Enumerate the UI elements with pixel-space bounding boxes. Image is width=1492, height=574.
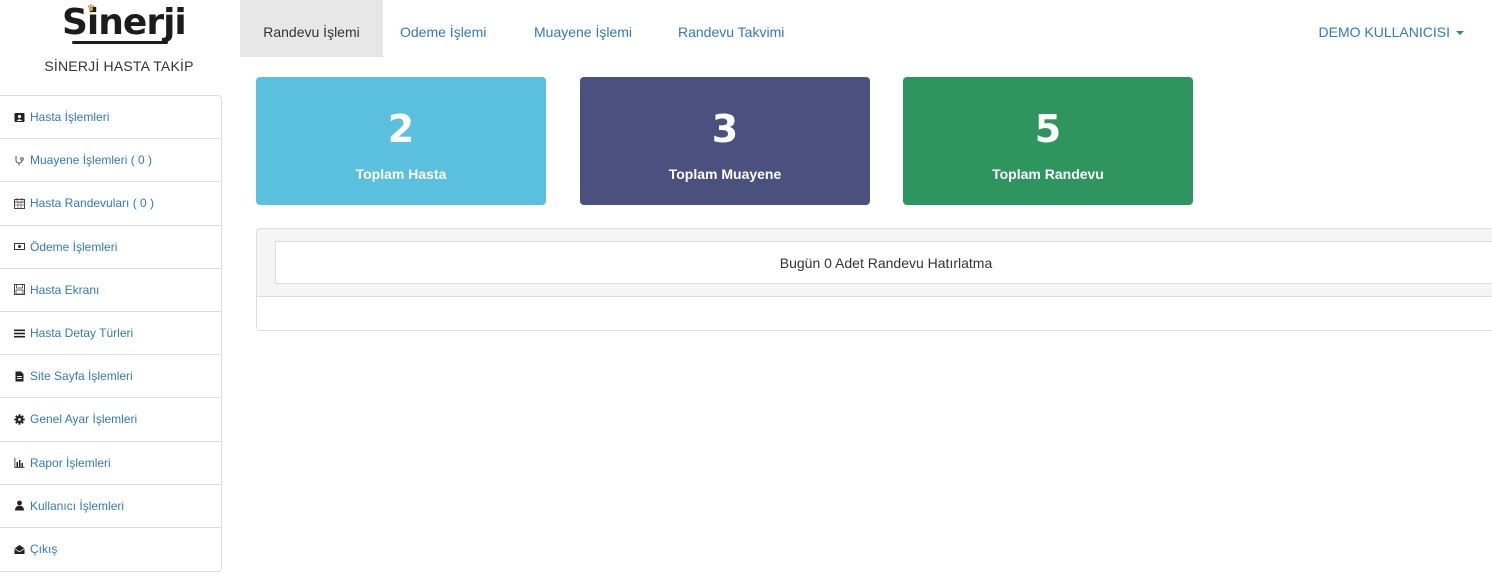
reminder-body — [257, 296, 1492, 330]
list-icon — [14, 329, 25, 338]
sidebar-item-site-sayfa-islemleri[interactable]: Site Sayfa İşlemleri — [0, 355, 221, 399]
bar-chart-icon — [14, 458, 25, 468]
sidebar-item-odeme-islemleri[interactable]: Ödeme İşlemleri — [0, 226, 221, 269]
sidebar-item-label: Genel Ayar İşlemleri — [30, 412, 138, 427]
caret-down-icon — [1456, 31, 1464, 36]
spark-icon — [87, 4, 95, 11]
sidebar-item-label: Hasta Randevuları ( 0 ) — [30, 196, 155, 211]
stat-value: 3 — [711, 107, 739, 151]
user-name: DEMO KULLANICISI — [1318, 24, 1450, 40]
reminder-panel: Bugün 0 Adet Randevu Hatırlatma — [256, 228, 1492, 331]
sidebar-item-genel-ayar-islemleri[interactable]: Genel Ayar İşlemleri — [0, 398, 221, 442]
stat-label: Toplam Hasta — [355, 166, 447, 182]
sidebar-item-muayene-islemleri[interactable]: Muayene İşlemleri ( 0 ) — [0, 139, 221, 183]
sidebar-item-label: Muayene İşlemleri ( 0 ) — [30, 153, 153, 168]
user-icon — [15, 500, 24, 511]
stat-value: 2 — [387, 107, 415, 151]
sidebar-item-hasta-randevulari[interactable]: Hasta Randevuları ( 0 ) — [0, 182, 221, 226]
user-card-icon — [14, 112, 25, 122]
sidebar-item-hasta-ekrani[interactable]: Hasta Ekranı — [0, 269, 221, 312]
sidebar-item-label: Ödeme İşlemleri — [30, 239, 118, 254]
top-navbar: Randevu İşlemi Odeme İşlemi Muayene İşle… — [240, 0, 1492, 57]
tab-randevu-takvimi[interactable]: Randevu Takvimi — [678, 0, 784, 57]
sidebar-item-label: Hasta Detay Türleri — [30, 326, 134, 341]
reminder-header: Bugün 0 Adet Randevu Hatırlatma — [275, 241, 1492, 284]
sidebar-item-kullanici-islemleri[interactable]: Kullanıcı İşlemleri — [0, 485, 221, 528]
brand-logo-text: Sinerji — [62, 2, 187, 43]
app-subtitle: SİNERJİ HASTA TAKİP — [44, 58, 194, 74]
tab-randevu-islemi[interactable]: Randevu İşlemi — [240, 0, 383, 57]
sidebar-item-label: Çıkış — [30, 542, 58, 557]
save-icon — [14, 284, 25, 296]
stat-card-toplam-hasta[interactable]: 2 Toplam Hasta — [256, 77, 546, 205]
sidebar-item-label: Kullanıcı İşlemleri — [30, 498, 125, 513]
stat-card-toplam-muayene[interactable]: 3 Toplam Muayene — [580, 77, 870, 205]
calendar-icon — [14, 197, 25, 209]
stethoscope-icon — [15, 155, 24, 166]
money-icon — [14, 243, 25, 251]
logo-area[interactable]: Sinerji SİNERJİ HASTA TAKİP — [0, 0, 238, 84]
sidebar-item-label: Site Sayfa İşlemleri — [30, 369, 133, 384]
stat-label: Toplam Muayene — [668, 166, 782, 182]
sidebar-item-label: Hasta Ekranı — [30, 282, 100, 297]
sidebar-item-label: Rapor İşlemleri — [30, 455, 111, 470]
user-dropdown[interactable]: DEMO KULLANICISI — [1319, 0, 1464, 57]
stat-label: Toplam Randevu — [992, 166, 1104, 182]
file-icon — [15, 371, 24, 382]
stat-card-toplam-randevu[interactable]: 5 Toplam Randevu — [903, 77, 1193, 205]
sidebar-item-hasta-islemleri[interactable]: Hasta İşlemleri — [0, 96, 221, 140]
logo-underline — [72, 41, 168, 44]
envelope-open-icon — [14, 544, 25, 554]
sidebar-item-cikis[interactable]: Çıkış — [0, 528, 221, 571]
sidebar-menu: Hasta İşlemleri Muayene İşlemleri ( 0 ) … — [0, 95, 222, 573]
sidebar-item-label: Hasta İşlemleri — [30, 110, 110, 125]
gear-icon — [14, 414, 25, 425]
sidebar-item-rapor-islemleri[interactable]: Rapor İşlemleri — [0, 442, 221, 485]
brand-logo: Sinerji — [62, 2, 187, 48]
tab-muayene-islemi[interactable]: Muayene İşlemi — [534, 0, 632, 57]
tab-odeme-islemi[interactable]: Odeme İşlemi — [400, 0, 486, 57]
sidebar-item-hasta-detay-turleri[interactable]: Hasta Detay Türleri — [0, 312, 221, 356]
stat-value: 5 — [1034, 107, 1062, 151]
